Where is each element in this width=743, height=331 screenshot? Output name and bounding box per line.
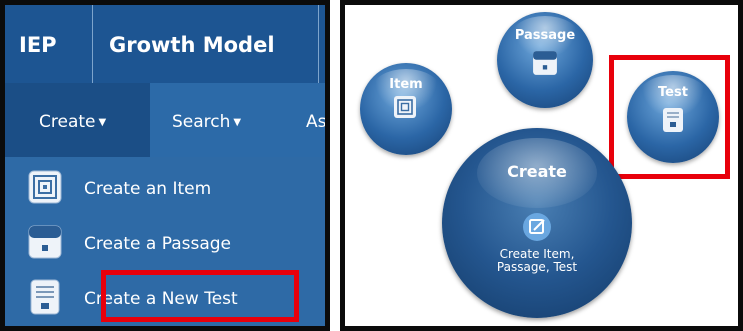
passage-icon [28, 225, 62, 259]
edit-icon [523, 213, 551, 241]
passage-bubble-label: Passage [514, 28, 576, 43]
create-passage-label: Create a Passage [84, 234, 231, 254]
item-icon [394, 96, 416, 118]
nav-divider [92, 5, 93, 83]
search-menu-button[interactable]: Search ▼ [172, 83, 241, 157]
nav-growth-model[interactable]: Growth Model [109, 5, 275, 83]
nav-divider [318, 5, 319, 83]
create-bubble[interactable]: Create Create Item, Passage, Test [442, 128, 632, 318]
caret-down-icon: ▼ [233, 117, 242, 128]
nav-iep[interactable]: IEP [19, 5, 57, 83]
item-bubble-label: Item [389, 77, 423, 92]
create-bubble-subtitle-line2: Passage, Test [496, 260, 578, 274]
top-nav: IEP Growth Model [5, 5, 325, 83]
create-menu-label: Create [39, 112, 96, 132]
assess-menu-button[interactable]: As [306, 83, 325, 157]
create-item-label: Create an Item [84, 179, 212, 199]
passage-icon [533, 51, 557, 75]
passage-bubble[interactable]: Passage [497, 12, 593, 108]
sub-nav: Create ▼ Search ▼ As [5, 83, 325, 157]
test-icon [30, 279, 60, 315]
caret-down-icon: ▼ [98, 117, 107, 128]
search-menu-label: Search [172, 112, 231, 132]
create-menu-button[interactable]: Create ▼ [5, 83, 150, 157]
create-bubble-label: Create [507, 162, 567, 181]
item-icon [28, 170, 62, 204]
highlight-box [101, 270, 299, 322]
highlight-box [609, 55, 730, 179]
item-bubble[interactable]: Item [360, 63, 452, 155]
